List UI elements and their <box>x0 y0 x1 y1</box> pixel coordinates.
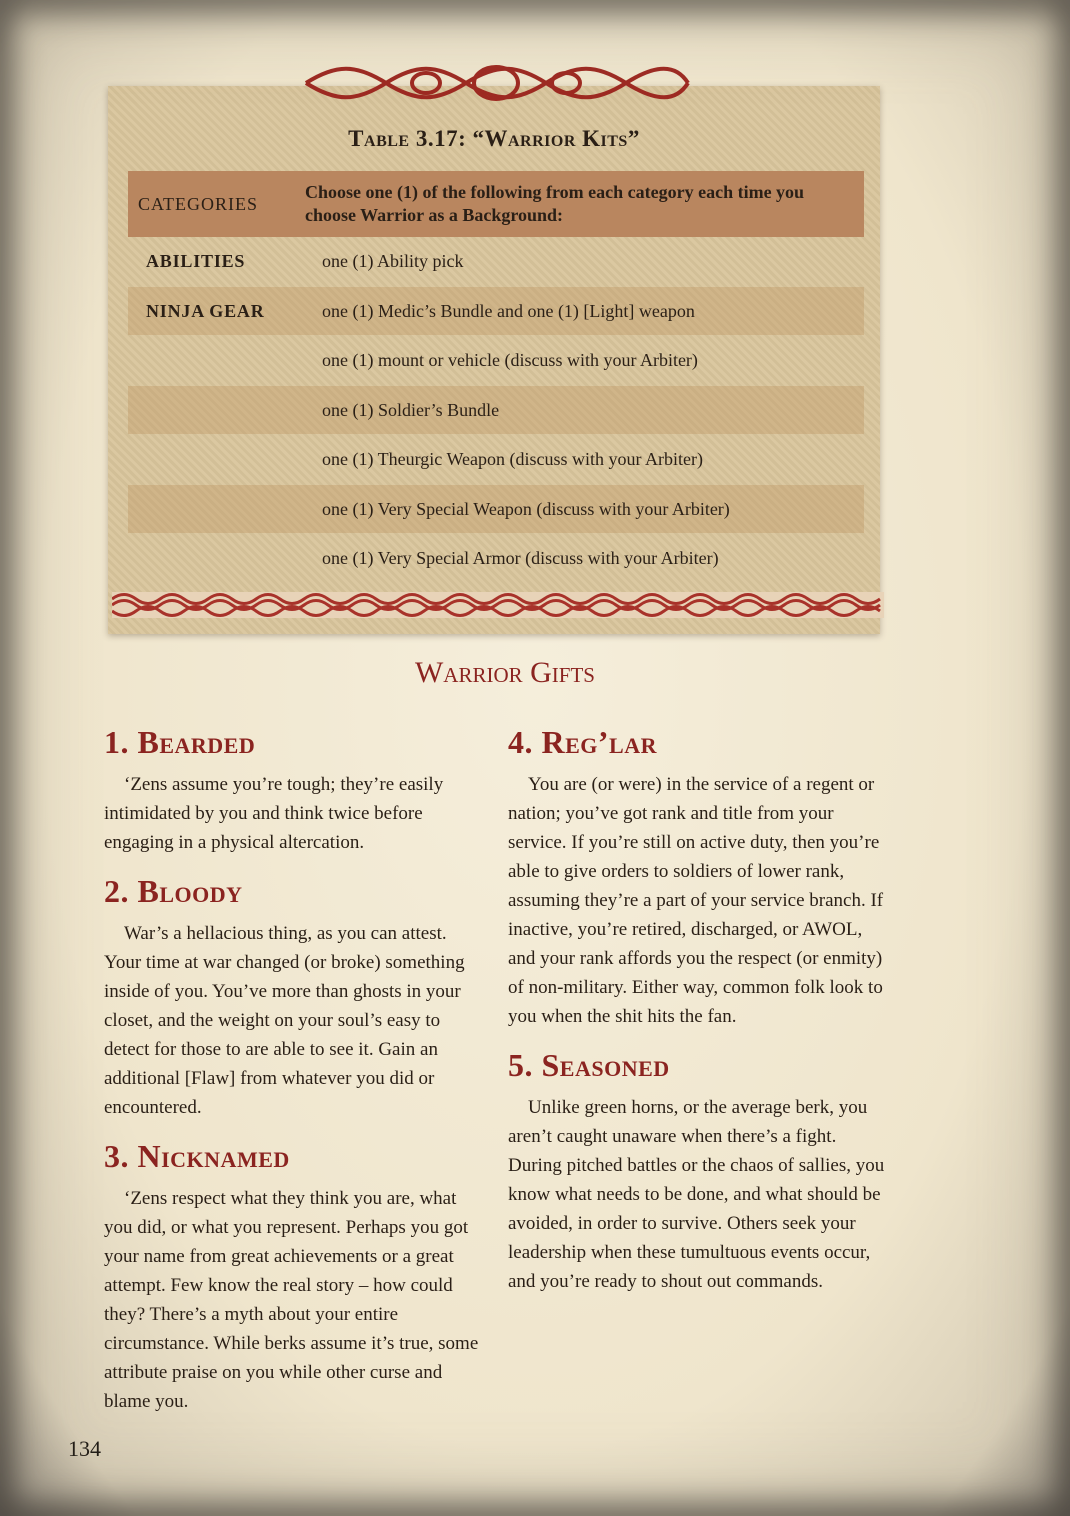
gifts-right-column: 4. Reg’lar You are (or were) in the serv… <box>508 722 888 1310</box>
row-value: one (1) mount or vehicle (discuss with y… <box>322 350 698 370</box>
row-value: one (1) Ability pick <box>322 251 464 271</box>
celtic-braid-border <box>112 592 884 618</box>
table-row: one (1) Very Special Weapon (discuss wit… <box>128 485 864 533</box>
table-header-category: CATEGORIES <box>138 194 259 214</box>
gift-body: Unlike green horns, or the average berk,… <box>508 1097 885 1292</box>
table-header-description: Choose one (1) of the following from eac… <box>305 182 805 225</box>
page-number: 134 <box>68 1436 101 1461</box>
table-row: one (1) Very Special Armor (discuss with… <box>128 534 864 582</box>
row-value: one (1) Soldier’s Bundle <box>322 400 500 420</box>
row-category: NINJA GEAR <box>146 301 265 321</box>
table-header-row: CATEGORIES Choose one (1) of the followi… <box>128 171 864 237</box>
gift-title: 4. Reg’lar <box>508 724 658 760</box>
gift-body: You are (or were) in the service of a re… <box>508 774 884 1027</box>
gift-title: 3. Nicknamed <box>104 1138 290 1174</box>
table-row: one (1) mount or vehicle (discuss with y… <box>128 336 864 384</box>
row-value: one (1) Very Special Weapon (discuss wit… <box>322 499 730 519</box>
section-title: Warrior Gifts <box>414 656 595 689</box>
table-row: ABILITIES one (1) Ability pick <box>128 237 864 285</box>
table-row: one (1) Theurgic Weapon (discuss with yo… <box>128 435 864 483</box>
celtic-knot-ornament <box>304 65 690 101</box>
gift-title: 5. Seasoned <box>508 1047 670 1083</box>
row-value: one (1) Medic’s Bundle and one (1) [Ligh… <box>322 301 695 321</box>
table-row: one (1) Soldier’s Bundle <box>128 386 864 434</box>
row-value: one (1) Theurgic Weapon (discuss with yo… <box>322 449 703 469</box>
gift-body: War’s a hellacious thing, as you can att… <box>104 923 465 1118</box>
table-row: NINJA GEAR one (1) Medic’s Bundle and on… <box>128 287 864 335</box>
gifts-left-column: 1. Bearded ‘Zens assume you’re tough; th… <box>104 722 484 1430</box>
table-title: Table 3.17: “Warrior Kits” <box>348 126 640 151</box>
row-category: ABILITIES <box>146 251 246 271</box>
gift-body: ‘Zens assume you’re tough; they’re easil… <box>104 774 444 853</box>
row-value: one (1) Very Special Armor (discuss with… <box>322 548 719 568</box>
gift-title: 1. Bearded <box>104 724 256 760</box>
gift-title: 2. Bloody <box>104 873 243 909</box>
gift-body: ‘Zens respect what they think you are, w… <box>104 1188 479 1412</box>
